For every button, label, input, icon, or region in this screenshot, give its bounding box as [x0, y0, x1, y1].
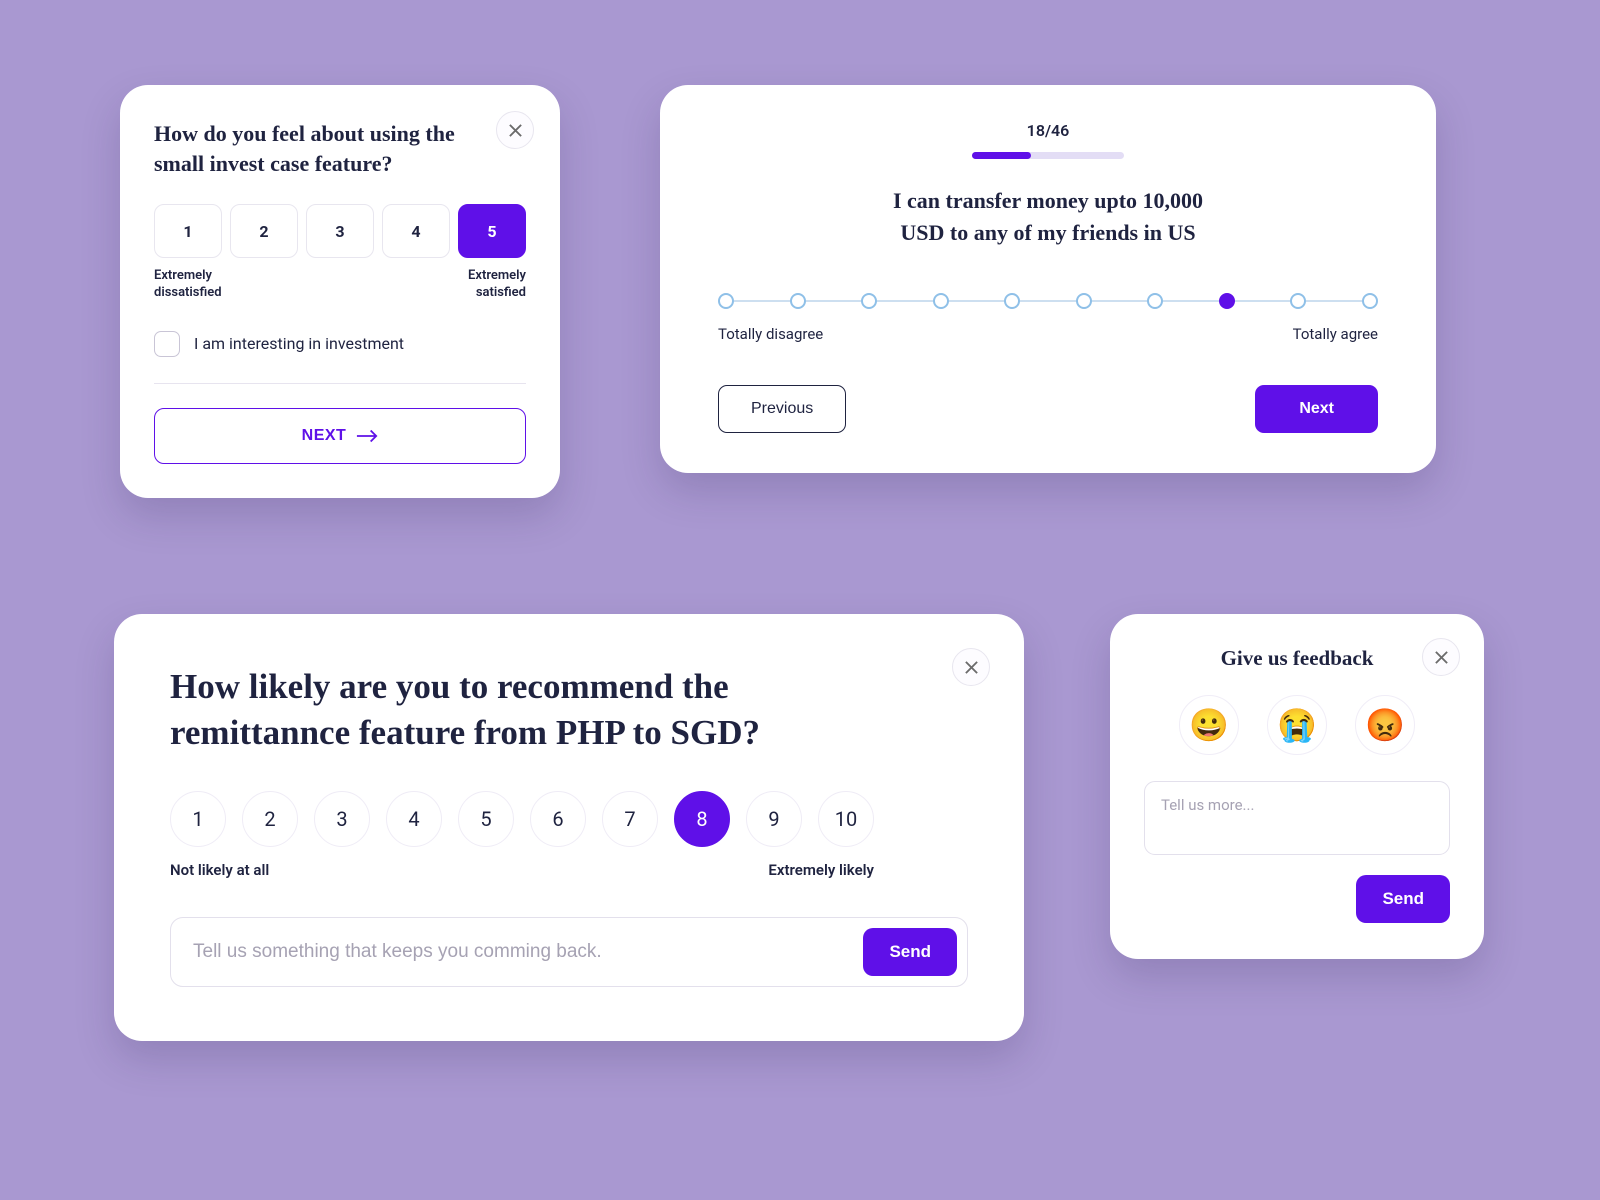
close-button[interactable]: [952, 648, 990, 686]
step-counter: 18/46: [718, 121, 1378, 140]
feedback-title: Give us feedback: [1144, 646, 1450, 671]
rating-4[interactable]: 4: [382, 204, 450, 258]
button-row: Previous Next: [718, 385, 1378, 433]
nps-card: How likely are you to recommend the remi…: [114, 614, 1024, 1041]
progress-fill: [972, 152, 1031, 159]
question-title: How likely are you to recommend the remi…: [170, 664, 850, 755]
low-label: Extremely dissatisfied: [154, 268, 264, 301]
feedback-card: Give us feedback 😀 😭 😡 Send: [1110, 614, 1484, 959]
scale-labels: Extremely dissatisfied Extremely satisfi…: [154, 268, 526, 301]
nps-4[interactable]: 4: [386, 791, 442, 847]
nps-scale: 1 2 3 4 5 6 7 8 9 10: [170, 791, 968, 847]
nps-5[interactable]: 5: [458, 791, 514, 847]
high-label: Totally agree: [1293, 325, 1378, 343]
satisfaction-card: How do you feel about using the small in…: [120, 85, 560, 498]
likert-labels: Totally disagree Totally agree: [718, 325, 1378, 343]
likert-dot-3[interactable]: [861, 293, 877, 309]
low-label: Totally disagree: [718, 325, 823, 343]
nps-3[interactable]: 3: [314, 791, 370, 847]
likert-dot-2[interactable]: [790, 293, 806, 309]
investment-checkbox[interactable]: [154, 331, 180, 357]
next-button[interactable]: NEXT: [154, 408, 526, 464]
send-button[interactable]: Send: [1356, 875, 1450, 923]
rating-1[interactable]: 1: [154, 204, 222, 258]
feedback-input-row: Send: [170, 917, 968, 987]
next-button[interactable]: Next: [1255, 385, 1378, 433]
likert-dot-7[interactable]: [1147, 293, 1163, 309]
likert-dot-8[interactable]: [1219, 293, 1235, 309]
likert-dot-9[interactable]: [1290, 293, 1306, 309]
likert-dot-1[interactable]: [718, 293, 734, 309]
high-label: Extremely satisfied: [416, 268, 526, 301]
close-icon: [964, 660, 979, 675]
nps-6[interactable]: 6: [530, 791, 586, 847]
rating-scale: 1 2 3 4 5: [154, 204, 526, 258]
rating-2[interactable]: 2: [230, 204, 298, 258]
likert-dot-10[interactable]: [1362, 293, 1378, 309]
close-icon: [1434, 650, 1449, 665]
nps-10[interactable]: 10: [818, 791, 874, 847]
next-label: NEXT: [302, 427, 347, 445]
feedback-input[interactable]: [193, 941, 849, 963]
checkbox-label: I am interesting in investment: [194, 334, 404, 353]
likert-card: 18/46 I can transfer money upto 10,000 U…: [660, 85, 1436, 473]
close-button[interactable]: [496, 111, 534, 149]
likert-dot-4[interactable]: [933, 293, 949, 309]
likert-scale: [718, 291, 1378, 311]
nps-7[interactable]: 7: [602, 791, 658, 847]
close-icon: [508, 123, 523, 138]
close-button[interactable]: [1422, 638, 1460, 676]
rating-3[interactable]: 3: [306, 204, 374, 258]
nps-8[interactable]: 8: [674, 791, 730, 847]
nps-9[interactable]: 9: [746, 791, 802, 847]
emoji-happy[interactable]: 😀: [1179, 695, 1239, 755]
emoji-angry[interactable]: 😡: [1355, 695, 1415, 755]
nps-2[interactable]: 2: [242, 791, 298, 847]
feedback-textarea[interactable]: [1144, 781, 1450, 855]
checkbox-row: I am interesting in investment: [154, 331, 526, 357]
low-label: Not likely at all: [170, 861, 269, 879]
previous-button[interactable]: Previous: [718, 385, 846, 433]
question-title: How do you feel about using the small in…: [154, 119, 464, 178]
emoji-row: 😀 😭 😡: [1144, 695, 1450, 755]
question-title: I can transfer money upto 10,000 USD to …: [718, 185, 1378, 249]
nps-1[interactable]: 1: [170, 791, 226, 847]
emoji-sad[interactable]: 😭: [1267, 695, 1327, 755]
likert-dot-5[interactable]: [1004, 293, 1020, 309]
likert-dot-6[interactable]: [1076, 293, 1092, 309]
divider: [154, 383, 526, 384]
nps-labels: Not likely at all Extremely likely: [170, 861, 874, 879]
progress-bar: [972, 152, 1124, 159]
send-button[interactable]: Send: [863, 928, 957, 976]
high-label: Extremely likely: [768, 861, 874, 879]
arrow-right-icon: [356, 429, 378, 443]
rating-5[interactable]: 5: [458, 204, 526, 258]
